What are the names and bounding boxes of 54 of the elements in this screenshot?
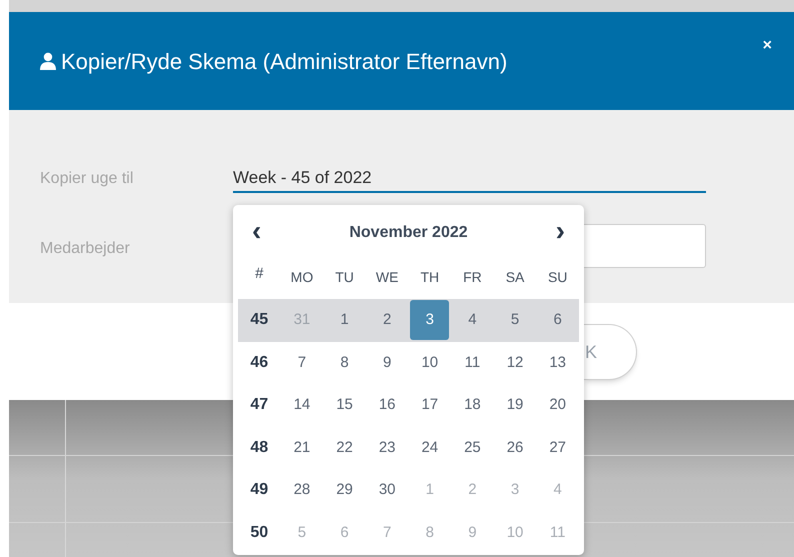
weekday-header: SA xyxy=(504,268,526,286)
day-cell[interactable]: 5 xyxy=(496,300,535,340)
day-cell[interactable]: 23 xyxy=(368,428,407,468)
day-cell[interactable]: 13 xyxy=(538,342,578,383)
week-number: 45 xyxy=(249,310,270,330)
previous-month-button[interactable]: ‹ xyxy=(252,217,262,249)
week-number: 49 xyxy=(249,480,270,500)
day-cell[interactable]: 20 xyxy=(538,385,578,426)
weekday-header: FR xyxy=(462,268,483,286)
day-cell[interactable]: 18 xyxy=(452,385,492,426)
field-label: Medarbejder xyxy=(40,239,131,259)
day-cell[interactable]: 26 xyxy=(496,428,535,468)
day-cell[interactable]: 14 xyxy=(282,385,322,426)
month-title: November 2022 xyxy=(349,223,468,243)
day-cell[interactable]: 21 xyxy=(282,428,322,468)
weekday-header: TU xyxy=(334,268,355,286)
dialog-title: Kopier/Ryde Skema (Administrator Efternavn) xyxy=(61,48,508,76)
day-cell[interactable]: 24 xyxy=(410,428,450,468)
selected-week-row[interactable]: 45 31 1 2 3 4 5 6 xyxy=(238,299,579,342)
day-cell[interactable]: 9 xyxy=(368,342,407,383)
weekday-header: WE xyxy=(374,268,400,286)
day-cell[interactable]: 27 xyxy=(538,428,578,468)
week-number: 50 xyxy=(249,522,270,543)
day-cell[interactable]: 28 xyxy=(282,470,322,510)
day-cell[interactable]: 15 xyxy=(325,385,364,426)
day-cell[interactable]: 22 xyxy=(325,428,364,468)
day-cell[interactable]: 11 xyxy=(452,342,492,383)
next-month-button[interactable]: › xyxy=(556,217,565,249)
week-number: 46 xyxy=(249,352,270,373)
day-cell[interactable]: 30 xyxy=(368,470,407,510)
day-cell[interactable]: 29 xyxy=(325,470,364,510)
day-cell[interactable]: 12 xyxy=(496,342,535,383)
day-cell[interactable]: 25 xyxy=(452,428,492,468)
day-cell[interactable]: 2 xyxy=(368,300,407,340)
day-cell[interactable]: 6 xyxy=(538,300,578,340)
week-number: 48 xyxy=(249,438,270,458)
week-input[interactable]: Week - 45 of 2022 xyxy=(233,166,706,193)
week-number-header: # xyxy=(254,264,264,284)
close-button[interactable]: × xyxy=(762,38,772,54)
day-cell[interactable]: 7 xyxy=(282,342,322,383)
day-cell[interactable]: 3 xyxy=(410,300,450,340)
day-cell[interactable]: 4 xyxy=(452,300,492,340)
day-cell[interactable]: 19 xyxy=(496,385,535,426)
field-label: Kopier uge til xyxy=(40,169,134,189)
day-cell[interactable]: 17 xyxy=(410,385,450,426)
weekday-header: MO xyxy=(290,268,314,286)
day-cell[interactable]: 8 xyxy=(325,342,364,383)
user-icon xyxy=(39,52,57,70)
week-number: 47 xyxy=(249,395,270,416)
day-cell[interactable]: 16 xyxy=(368,385,407,426)
day-cell[interactable]: 1 xyxy=(325,300,364,340)
day-cell[interactable]: 10 xyxy=(410,342,450,383)
weekday-header: SU xyxy=(546,268,568,286)
weekday-header: TH xyxy=(419,268,440,286)
